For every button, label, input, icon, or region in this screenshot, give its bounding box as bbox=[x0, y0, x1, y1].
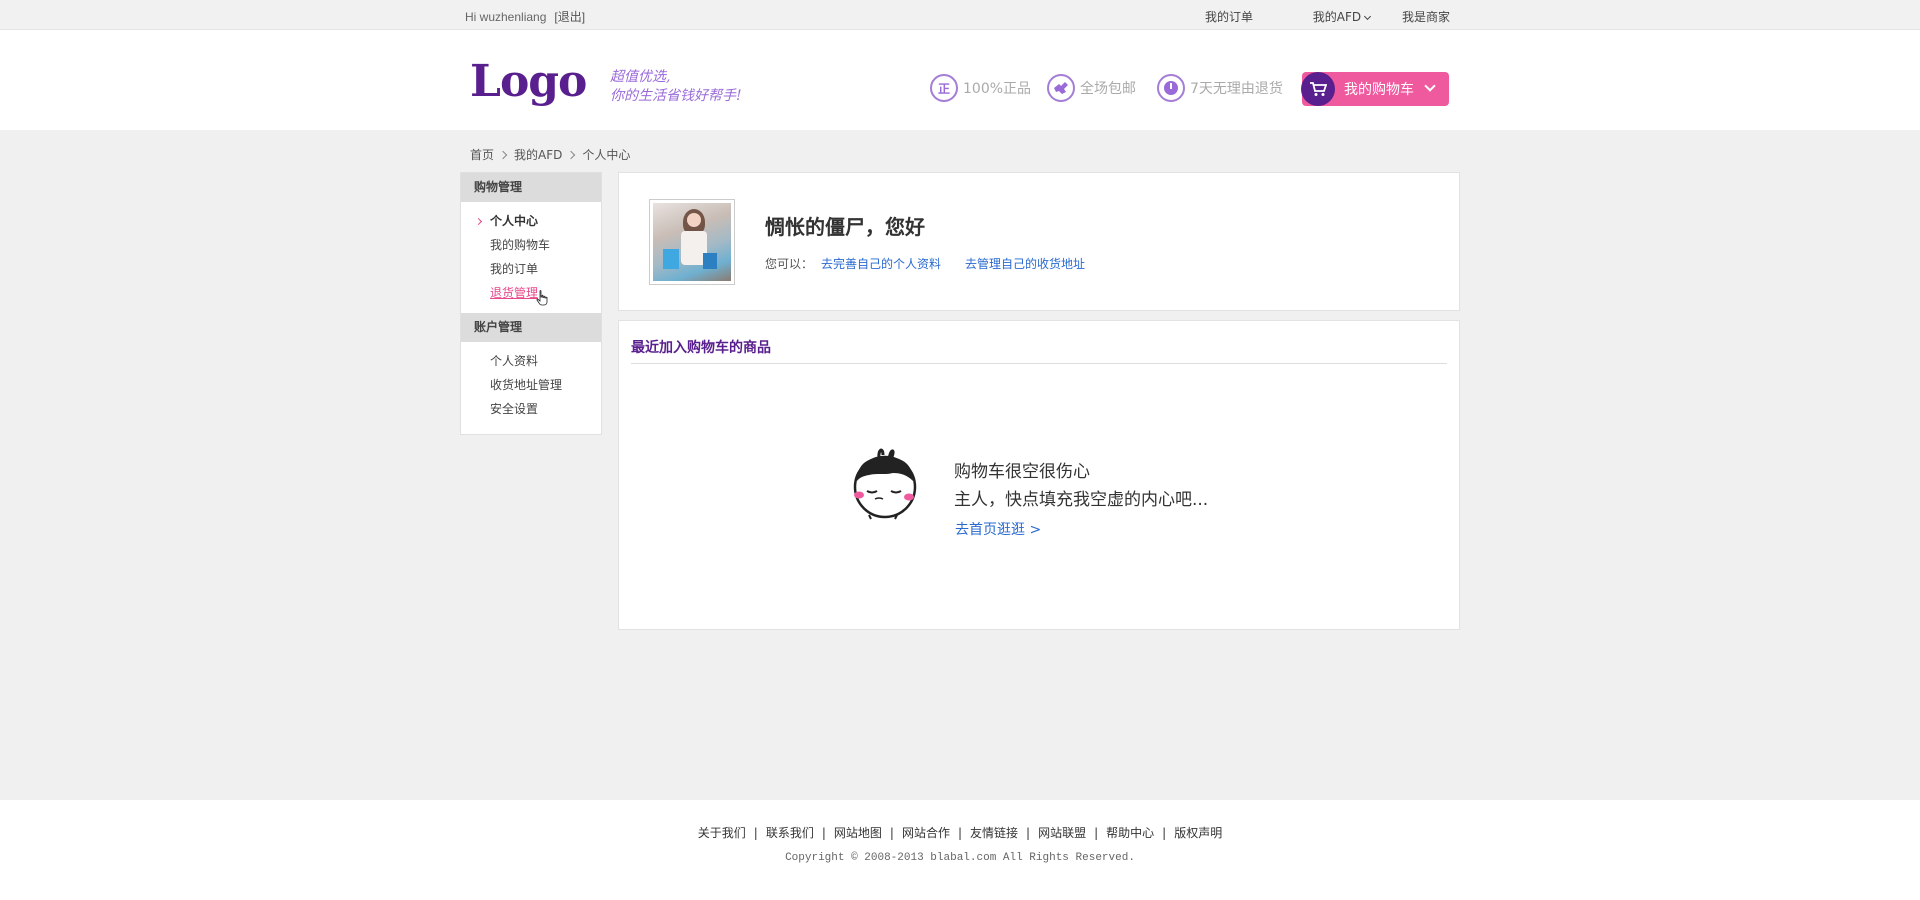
site-header: Logo 超值优选, 你的生活省钱好帮手! 正 100%正品 全场包邮 7天无理… bbox=[0, 30, 1920, 130]
free-shipping-icon bbox=[1047, 74, 1075, 102]
clock-icon bbox=[1157, 74, 1185, 102]
footer-link-friends[interactable]: 友情链接 bbox=[970, 826, 1018, 840]
copyright-text: Copyright © 2008-2013 blabal.com All Rig… bbox=[785, 852, 1135, 864]
recent-cart-title: 最近加入购物车的商品 bbox=[631, 340, 771, 356]
breadcrumb-home[interactable]: 首页 bbox=[470, 148, 494, 162]
footer-link-help[interactable]: 帮助中心 bbox=[1106, 826, 1154, 840]
user-greeting: Hi wuzhenliang [退出] bbox=[465, 8, 585, 25]
empty-cart-line-2: 主人，快点填充我空虚的内心吧... bbox=[954, 490, 1209, 510]
slogan: 超值优选, 你的生活省钱好帮手! bbox=[610, 68, 742, 106]
empty-cart-line-1: 购物车很空很伤心 bbox=[954, 462, 1090, 482]
can-do-label: 您可以： bbox=[765, 257, 814, 271]
hand-cursor-icon bbox=[536, 290, 548, 306]
breadcrumb: 首页 我的AFD 个人中心 bbox=[470, 146, 630, 163]
profile-actions: 您可以： 去完善自己的个人资料 去管理自己的收货地址 bbox=[765, 255, 1085, 272]
breadcrumb-my-afd[interactable]: 我的AFD bbox=[514, 148, 562, 162]
feature-return-label: 7天无理由退货 bbox=[1190, 81, 1283, 97]
sidebar-account-list: 个人资料 收货地址管理 安全设置 bbox=[461, 342, 601, 429]
footer-link-sitemap[interactable]: 网站地图 bbox=[834, 826, 882, 840]
feature-genuine-label: 100%正品 bbox=[963, 81, 1032, 97]
footer-link-about[interactable]: 关于我们 bbox=[698, 826, 746, 840]
site-footer: 关于我们 | 联系我们 | 网站地图 | 网站合作 | 友情链接 | 网站联盟 | 帮助中心 | 版权声明 … bbox=[0, 800, 1920, 900]
avatar-photo bbox=[653, 203, 731, 281]
profile-greeting: 惆怅的僵尸，您好 bbox=[765, 215, 925, 239]
chevron-down-icon bbox=[1424, 80, 1436, 92]
footer-link-contact[interactable]: 联系我们 bbox=[766, 826, 814, 840]
sidebar-shopping-list: 个人中心 我的购物车 我的订单 退货管理 bbox=[461, 202, 601, 313]
avatar[interactable] bbox=[649, 199, 735, 285]
my-afd-menu[interactable]: 我的AFD bbox=[1285, 10, 1372, 24]
my-cart-label: 我的购物车 bbox=[1344, 82, 1414, 98]
slogan-line-2: 你的生活省钱好帮手! bbox=[610, 88, 742, 104]
sidebar-item-personal-center[interactable]: 个人中心 bbox=[461, 209, 601, 233]
sad-face-icon bbox=[853, 448, 917, 520]
chevron-right-icon bbox=[498, 150, 508, 160]
divider bbox=[631, 363, 1447, 364]
manage-address-link[interactable]: 去管理自己的收货地址 bbox=[965, 257, 1085, 271]
sidebar: 购物管理 个人中心 我的购物车 我的订单 退货管理 账户管理 个人资料 收货地址… bbox=[460, 172, 602, 435]
sidebar-group-account: 账户管理 bbox=[461, 313, 601, 342]
sidebar-item-security[interactable]: 安全设置 bbox=[461, 397, 601, 421]
footer-link-alliance[interactable]: 网站联盟 bbox=[1038, 826, 1086, 840]
top-links: 我的订单 我的AFD 我是商家 bbox=[1177, 8, 1450, 25]
footer-link-copyright[interactable]: 版权声明 bbox=[1174, 826, 1222, 840]
merchant-link[interactable]: 我是商家 bbox=[1402, 10, 1450, 24]
my-orders-link[interactable]: 我的订单 bbox=[1205, 10, 1253, 24]
my-cart-button[interactable]: 我的购物车 bbox=[1301, 72, 1449, 106]
footer-link-cooperation[interactable]: 网站合作 bbox=[902, 826, 950, 840]
breadcrumb-personal-center: 个人中心 bbox=[582, 148, 631, 162]
sidebar-item-my-orders[interactable]: 我的订单 bbox=[461, 257, 601, 281]
sidebar-item-profile[interactable]: 个人资料 bbox=[461, 349, 601, 373]
sidebar-group-shopping: 购物管理 bbox=[461, 173, 601, 202]
site-logo[interactable]: Logo bbox=[470, 60, 587, 104]
recent-cart-panel: 最近加入购物车的商品 购物车很空很伤心 主人，快点填充我空虚的内心吧... 去首… bbox=[618, 320, 1460, 630]
shopping-cart-icon bbox=[1301, 72, 1335, 106]
slogan-line-1: 超值优选, bbox=[610, 69, 671, 85]
genuine-icon: 正 bbox=[930, 74, 958, 102]
username-greeting: Hi wuzhenliang bbox=[465, 10, 547, 24]
feature-free-shipping: 全场包邮 bbox=[1047, 73, 1136, 103]
feature-genuine: 正 100%正品 bbox=[930, 73, 1031, 103]
footer-nav: 关于我们 | 联系我们 | 网站地图 | 网站合作 | 友情链接 | 网站联盟 | 帮助中心 | 版权声明 bbox=[697, 826, 1223, 840]
sidebar-item-returns[interactable]: 退货管理 bbox=[461, 281, 601, 305]
top-bar: Hi wuzhenliang [退出] 我的订单 我的AFD 我是商家 bbox=[0, 0, 1920, 30]
complete-profile-link[interactable]: 去完善自己的个人资料 bbox=[821, 257, 941, 271]
sidebar-item-address[interactable]: 收货地址管理 bbox=[461, 373, 601, 397]
profile-card: 惆怅的僵尸，您好 您可以： 去完善自己的个人资料 去管理自己的收货地址 bbox=[618, 172, 1460, 311]
my-afd-label: 我的AFD bbox=[1312, 10, 1362, 24]
chevron-down-icon bbox=[1364, 12, 1372, 21]
feature-return: 7天无理由退货 bbox=[1157, 73, 1283, 103]
chevron-right-icon bbox=[567, 150, 576, 160]
feature-free-shipping-label: 全场包邮 bbox=[1080, 81, 1136, 97]
go-home-link[interactable]: 去首页逛逛 > bbox=[955, 519, 1041, 539]
logout-link[interactable]: [退出] bbox=[554, 10, 585, 24]
sidebar-item-my-cart[interactable]: 我的购物车 bbox=[461, 233, 601, 257]
